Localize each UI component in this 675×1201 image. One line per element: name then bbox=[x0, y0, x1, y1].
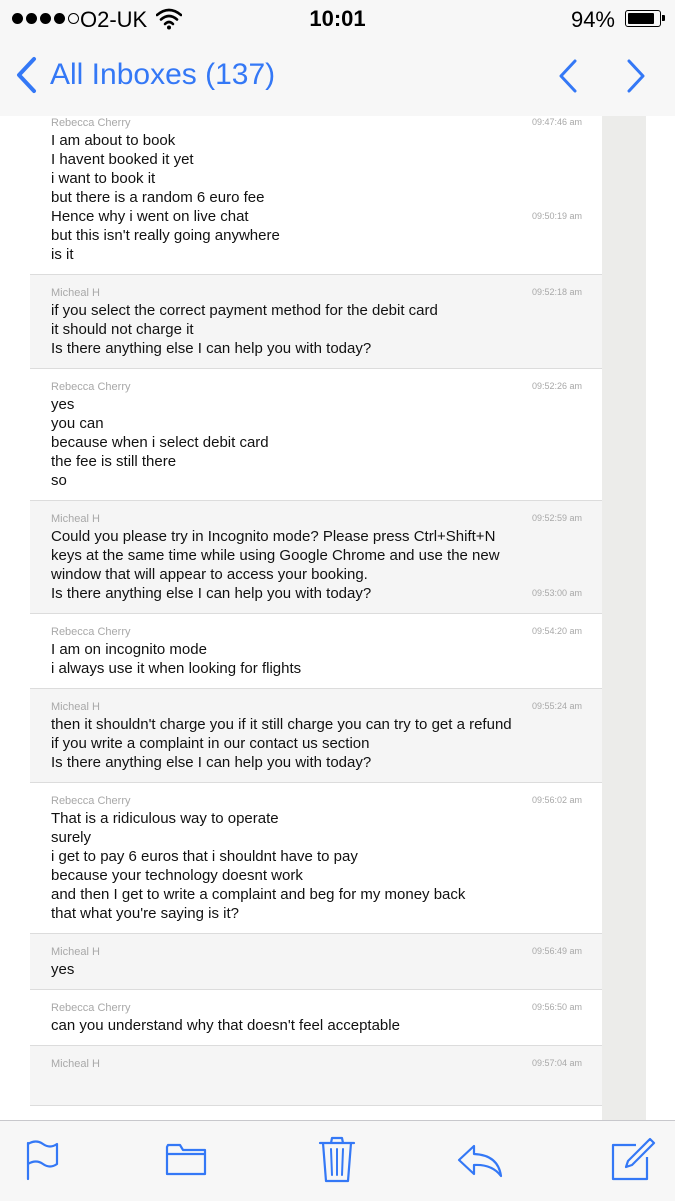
message-line: then it shouldn't charge you if it still… bbox=[51, 716, 512, 733]
message-line: because your technology doesnt work bbox=[51, 867, 303, 884]
message-line: that what you're saying is it? bbox=[51, 905, 239, 922]
message-line: the fee is still there bbox=[51, 453, 177, 470]
message-sender: Micheal H bbox=[51, 1058, 100, 1070]
message-sender: Rebecca Cherry bbox=[51, 117, 131, 129]
chat-message: Micheal H 09:56:49 am yes bbox=[30, 934, 602, 990]
message-timestamp: 09:56:50 am bbox=[531, 1002, 582, 1012]
battery-icon bbox=[625, 10, 665, 27]
message-line: Is there anything else I can help you wi… bbox=[51, 340, 372, 357]
message-line: i want to book it bbox=[51, 170, 156, 187]
message-line: Could you please try in Incognito mode? … bbox=[51, 528, 496, 545]
message-sender: Micheal H bbox=[51, 513, 100, 525]
message-timestamp: 09:54:20 am bbox=[531, 626, 582, 636]
message-sender: Rebecca Cherry bbox=[51, 1002, 131, 1014]
message-sender: Rebecca Cherry bbox=[51, 795, 131, 807]
message-line: I am about to book bbox=[51, 132, 176, 149]
message-line: if you select the correct payment method… bbox=[51, 302, 438, 319]
message-text: I am about to book I havent booked it yet… bbox=[51, 131, 280, 264]
compose-icon[interactable] bbox=[610, 1137, 656, 1183]
message-line: window that will appear to access your b… bbox=[51, 566, 368, 583]
message-line: I am on incognito mode bbox=[51, 641, 207, 658]
message-sender: Micheal H bbox=[51, 287, 100, 299]
message-text: yes you can because when i select debit ca… bbox=[51, 395, 269, 490]
chat-message: Rebecca Cherry 09:52:26 am yes you can becau… bbox=[30, 369, 602, 501]
back-to-all-inboxes-link[interactable]: All Inboxes (137) bbox=[50, 58, 275, 92]
message-line: Is there anything else I can help you wi… bbox=[51, 585, 372, 602]
message-line: but there is a random 6 euro fee bbox=[51, 189, 265, 206]
message-text: can you understand why that doesn't feel… bbox=[51, 1016, 400, 1035]
message-line: i get to pay 6 euros that i shouldnt hav… bbox=[51, 848, 358, 865]
message-timestamp: 09:53:00 am bbox=[531, 588, 582, 598]
message-line: it should not charge it bbox=[51, 321, 194, 338]
message-text: That is a ridiculous way to operate surel… bbox=[51, 809, 465, 923]
message-line: so bbox=[51, 472, 67, 489]
scroll-gutter bbox=[602, 116, 646, 1120]
message-line: because when i select debit card bbox=[51, 434, 269, 451]
message-timestamp: 09:55:24 am bbox=[531, 701, 582, 711]
message-line: yes bbox=[51, 396, 75, 413]
next-message-icon[interactable] bbox=[624, 58, 648, 94]
previous-message-icon[interactable] bbox=[556, 58, 580, 94]
chat-message: Micheal H 09:52:59 am 09:53:00 am Could you… bbox=[30, 501, 602, 614]
status-bar: O2-UK 10:01 94% bbox=[0, 0, 675, 40]
message-timestamp: 09:56:49 am bbox=[531, 946, 582, 956]
message-timestamp: 09:56:02 am bbox=[531, 795, 582, 805]
battery-level-fill bbox=[628, 13, 654, 24]
message-timestamp: 09:52:18 am bbox=[531, 287, 582, 297]
chat-message: Rebecca Cherry 09:47:46 am 09:50:19 am I am… bbox=[30, 116, 602, 275]
chat-message: Micheal H 09:52:18 am if you select the co… bbox=[30, 275, 602, 369]
message-sender: Rebecca Cherry bbox=[51, 381, 131, 393]
message-line: can you understand why that doesn't feel… bbox=[51, 1017, 400, 1034]
reply-icon[interactable] bbox=[456, 1143, 504, 1179]
message-line: if you write a complaint in our contact … bbox=[51, 735, 370, 752]
back-chevron-icon[interactable] bbox=[14, 55, 38, 95]
folder-icon[interactable] bbox=[164, 1141, 208, 1177]
flag-icon[interactable] bbox=[24, 1137, 60, 1181]
chat-message: Rebecca Cherry 09:54:20 am I am on incogni… bbox=[30, 614, 602, 689]
message-line: you can bbox=[51, 415, 104, 432]
message-timestamp: 09:52:59 am bbox=[531, 513, 582, 523]
bottom-toolbar bbox=[0, 1120, 675, 1201]
message-line: I havent booked it yet bbox=[51, 151, 194, 168]
message-line: That is a ridiculous way to operate bbox=[51, 810, 279, 827]
message-line: is it bbox=[51, 246, 74, 263]
trash-icon[interactable] bbox=[318, 1135, 356, 1183]
message-line: Hence why i went on live chat bbox=[51, 208, 249, 225]
message-line: i always use it when looking for flights bbox=[51, 660, 302, 677]
message-text: I am on incognito mode i always use it wh… bbox=[51, 640, 301, 678]
chat-message: Micheal H 09:55:24 am then it shouldn't ch… bbox=[30, 689, 602, 783]
message-text: if you select the correct payment method… bbox=[51, 301, 438, 358]
message-line: and then I get to write a complaint and … bbox=[51, 886, 466, 903]
chat-message: Micheal H 09:57:04 am bbox=[30, 1046, 602, 1106]
chat-transcript: Rebecca Cherry 09:47:46 am 09:50:19 am I am… bbox=[30, 116, 602, 1106]
chat-message: Rebecca Cherry 09:56:50 am can you underst… bbox=[30, 990, 602, 1046]
message-timestamp: 09:47:46 am bbox=[531, 117, 582, 127]
message-timestamp: 09:50:19 am bbox=[531, 211, 582, 221]
message-timestamp: 09:52:26 am bbox=[531, 381, 582, 391]
message-text: Could you please try in Incognito mode? … bbox=[51, 527, 500, 603]
message-line: but this isn't really going anywhere bbox=[51, 227, 280, 244]
message-sender: Micheal H bbox=[51, 946, 100, 958]
message-timestamp: 09:57:04 am bbox=[531, 1058, 582, 1068]
message-sender: Rebecca Cherry bbox=[51, 626, 131, 638]
message-sender: Micheal H bbox=[51, 701, 100, 713]
battery-percentage: 94% bbox=[570, 7, 615, 32]
chat-message: Rebecca Cherry 09:56:02 am That is a ridic… bbox=[30, 783, 602, 934]
message-line: keys at the same time while using Google… bbox=[51, 547, 500, 564]
message-text: then it shouldn't charge you if it still… bbox=[51, 715, 512, 772]
message-line: yes bbox=[51, 961, 75, 978]
email-body[interactable]: Rebecca Cherry 09:47:46 am 09:50:19 am I am… bbox=[0, 116, 675, 1120]
message-text: yes bbox=[51, 960, 74, 979]
message-line: Is there anything else I can help you wi… bbox=[51, 754, 372, 771]
message-line: surely bbox=[51, 829, 92, 846]
navigation-bar: All Inboxes (137) bbox=[0, 40, 675, 117]
